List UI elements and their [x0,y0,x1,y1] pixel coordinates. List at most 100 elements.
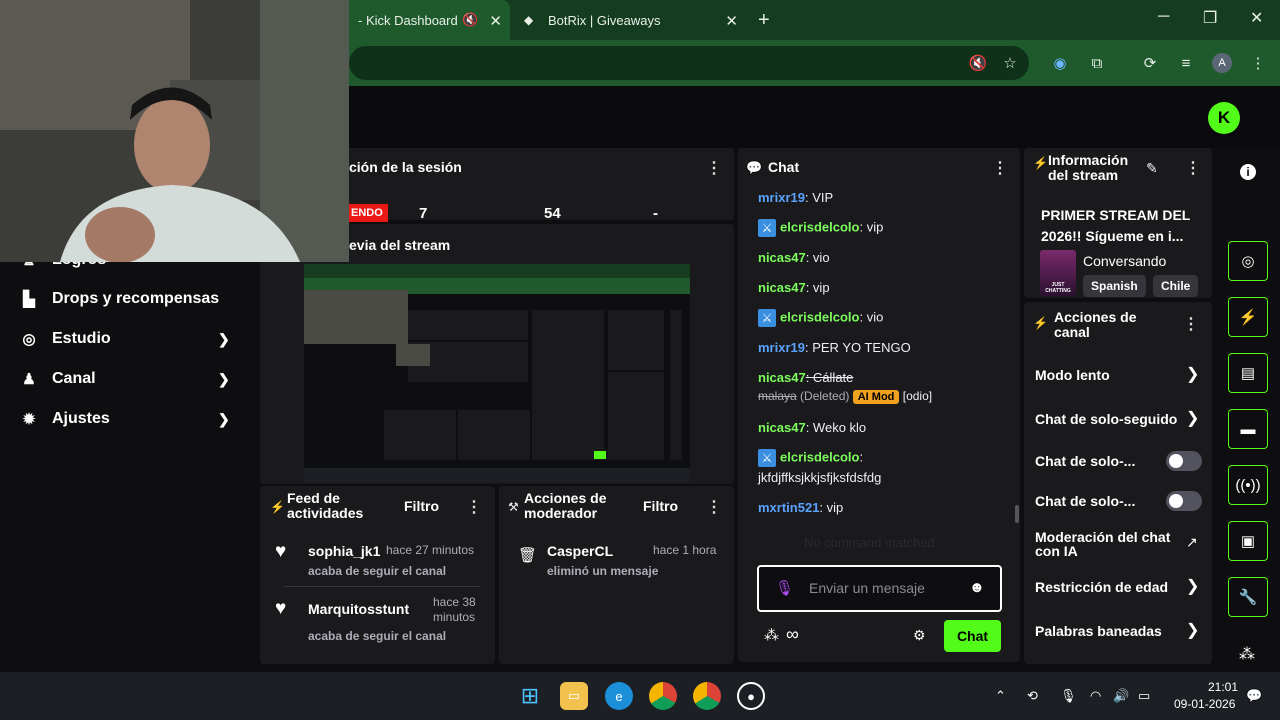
chat-username[interactable]: nicas47 [758,280,806,295]
maximize-icon[interactable]: ❐ [1203,8,1217,28]
chat-settings-gear-icon[interactable]: ⚙ [913,627,926,644]
infinity-icon[interactable]: ∞ [786,624,799,645]
tag-chile[interactable]: Chile [1153,275,1199,297]
close-window-icon[interactable]: ✕ [1250,8,1263,28]
obs-icon[interactable]: ● [737,682,765,710]
toggle-solo-chat-1[interactable] [1166,451,1202,471]
chat-username[interactable]: mrixr19 [758,190,805,205]
chevron-right-icon[interactable]: ❯ [1186,620,1199,640]
session-menu-icon[interactable]: ⋮ [706,158,722,178]
chat-username[interactable]: elcrisdelcolo [780,309,859,324]
edit-pencil-icon[interactable]: ✎ [1146,160,1158,177]
action-banned-words[interactable]: Palabras baneadas [1035,624,1162,638]
chat-message[interactable]: nicas47: vio [758,250,830,265]
sidebar-item-drops[interactable]: ▙ Drops y recompensas [0,284,255,314]
windows-start-icon[interactable]: ⊞ [516,682,544,710]
microphone-icon[interactable]: 🎙 [775,579,794,597]
chat-username[interactable]: nicas47 [758,370,806,385]
info-icon[interactable]: i [1240,164,1256,180]
stream-info-menu-icon[interactable]: ⋮ [1185,158,1201,178]
chat-input-box[interactable]: 🎙 Enviar un mensaje ☻ [757,565,1002,612]
chat-message[interactable]: ⚔ elcrisdelcolo: vip [758,219,883,237]
sidebar-item-estudio[interactable]: ◎ Estudio ❯ [0,324,255,354]
bookmark-star-icon[interactable]: ☆ [1000,53,1020,73]
notification-icon[interactable]: 💬 [1246,688,1262,704]
action-ai-moderation[interactable]: Moderación del chat con IA [1035,530,1170,558]
community-icon[interactable]: ⁂ [764,626,779,644]
chat-message[interactable]: nicas47: vip [758,280,830,295]
feed-username[interactable]: Marquitosstunt [308,601,409,617]
clock-date[interactable]: 09-01-2026 [1174,697,1235,711]
mute-site-icon[interactable]: 🔇 [968,53,988,73]
sidebar-item-ajustes[interactable]: ✹ Ajustes ❯ [0,404,255,434]
sidebar-item-canal[interactable]: ♟ Canal ❯ [0,364,255,394]
chat-message[interactable]: mrixr19: VIP [758,190,833,205]
chrome-icon[interactable] [649,682,677,710]
battery-icon[interactable]: ▭ [1138,688,1150,704]
media-controls-icon[interactable]: ≡ [1176,53,1196,73]
chevron-right-icon[interactable]: ❯ [1186,408,1199,428]
extensions-icon[interactable]: ⧉ [1087,53,1107,73]
external-link-icon[interactable]: ↗ [1186,534,1198,551]
community-icon[interactable]: ⁂ [1239,644,1255,664]
chat-username[interactable]: elcrisdelcolo [780,219,859,234]
edge-browser-icon[interactable]: e [605,682,633,710]
rail-broadcast-button[interactable]: ((•)) [1228,465,1268,505]
mod-filter-button[interactable]: Filtro [643,498,678,514]
action-followers-only[interactable]: Chat de solo-seguido [1035,412,1177,426]
new-tab-button[interactable]: + [758,0,778,40]
tag-spanish[interactable]: Spanish [1083,275,1146,297]
send-chat-button[interactable]: Chat [944,620,1001,652]
category-name[interactable]: Conversando [1083,253,1166,269]
action-age-restriction[interactable]: Restricción de edad [1035,580,1168,594]
close-tab-icon[interactable]: ✕ [489,12,502,30]
feed-filter-button[interactable]: Filtro [404,498,439,514]
chat-input-placeholder[interactable]: Enviar un mensaje [809,580,925,596]
chat-message[interactable]: ⚔ elcrisdelcolo: vio [758,309,883,327]
minimize-icon[interactable]: ─ [1158,8,1169,26]
chat-username[interactable]: mrixr19 [758,340,805,355]
sync-icon[interactable]: ⟲ [1027,688,1038,704]
chat-scrollbar[interactable] [1015,505,1019,523]
kick-logo[interactable]: K [1208,102,1240,134]
microphone-tray-icon[interactable]: 🎙 [1060,688,1077,704]
mod-username[interactable]: CasperCL [547,543,613,559]
mod-menu-icon[interactable]: ⋮ [706,497,722,517]
chat-username[interactable]: nicas47 [758,250,806,265]
broadcast-extension-icon[interactable]: ◉ [1050,53,1070,73]
chrome-profile-icon[interactable] [693,682,721,710]
rail-quick-actions-button[interactable]: ⚡ [1228,297,1268,337]
rail-studio-button[interactable]: ◎ [1228,241,1268,281]
chevron-right-icon[interactable]: ❯ [1186,576,1199,596]
emoji-icon[interactable]: ☻ [969,579,985,596]
omnibox[interactable] [349,46,1029,80]
chat-menu-icon[interactable]: ⋮ [992,158,1008,178]
chat-username[interactable]: elcrisdelcolo [780,449,859,464]
channel-actions-menu-icon[interactable]: ⋮ [1183,314,1199,334]
toggle-solo-chat-2[interactable] [1166,491,1202,511]
close-tab-icon[interactable]: ✕ [725,12,738,30]
chat-message[interactable]: mxrtin521: vip [758,500,843,515]
rail-tools-button[interactable]: 🔧 [1228,577,1268,617]
tab-botrix[interactable]: ◆ BotRix | Giveaways ✕ [516,0,752,40]
category-thumbnail[interactable]: JUST CHATTING [1040,250,1076,296]
mute-icon[interactable]: 🔇 [462,12,478,28]
wifi-icon[interactable]: ◠ [1090,688,1101,704]
chat-message[interactable]: ⚔ elcrisdelcolo: [758,449,863,467]
stream-preview[interactable] [304,264,690,482]
feed-username[interactable]: sophia_jk1 [308,543,380,559]
clock-time[interactable]: 21:01 [1208,680,1238,694]
performance-icon[interactable]: ⟳ [1140,53,1160,73]
chat-message[interactable]: nicas47: Weko klo [758,420,866,435]
chat-message[interactable]: nicas47: Cállate [758,370,853,385]
rail-notes-button[interactable]: ▤ [1228,353,1268,393]
tab-kick-dashboard[interactable]: - Kick Dashboard 🔇 ✕ [340,0,510,40]
action-slow-mode[interactable]: Modo lento [1035,368,1110,382]
chevron-right-icon[interactable]: ❯ [1186,364,1199,384]
file-explorer-icon[interactable]: ▭ [560,682,588,710]
chat-message[interactable]: mrixr19: PER YO TENGO [758,340,911,355]
volume-icon[interactable]: 🔊 [1113,688,1129,704]
rail-chat-button[interactable]: ▬ [1228,409,1268,449]
chat-username[interactable]: mxrtin521 [758,500,819,515]
tray-overflow-icon[interactable]: ⌃ [995,688,1006,704]
